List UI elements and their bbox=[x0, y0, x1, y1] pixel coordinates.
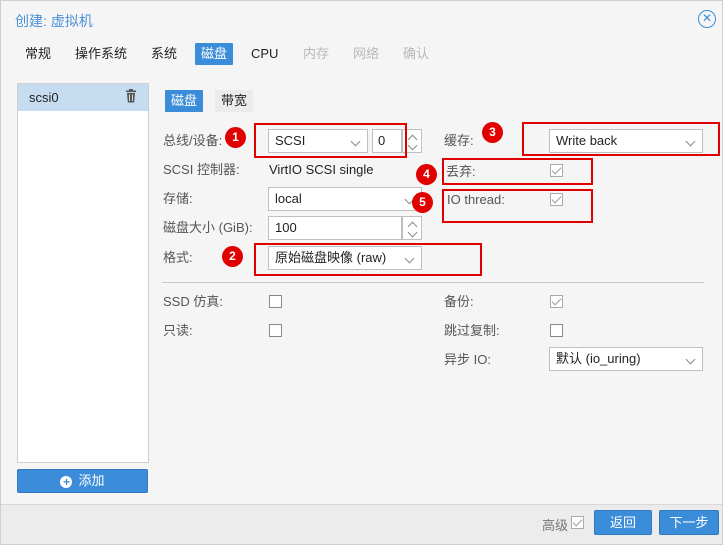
annotation-box-3 bbox=[522, 122, 720, 156]
scsi-controller-value: VirtIO SCSI single bbox=[269, 162, 374, 177]
skip-replication-checkbox[interactable] bbox=[550, 324, 563, 337]
back-button[interactable]: 返回 bbox=[594, 510, 652, 535]
annotation-box-4 bbox=[442, 158, 593, 185]
storage-select-value: local bbox=[275, 191, 302, 206]
tab-confirm[interactable]: 确认 bbox=[397, 43, 435, 65]
storage-select[interactable]: local bbox=[268, 187, 422, 211]
add-disk-button[interactable]: + 添加 bbox=[17, 469, 148, 493]
subtab-bandwidth[interactable]: 带宽 bbox=[215, 90, 254, 112]
readonly-checkbox[interactable] bbox=[269, 324, 282, 337]
backup-label: 备份: bbox=[444, 294, 474, 309]
advanced-checkbox[interactable] bbox=[571, 516, 584, 529]
annotation-badge-3: 3 bbox=[482, 122, 503, 143]
storage-label: 存储: bbox=[163, 191, 193, 206]
disk-list bbox=[17, 83, 149, 463]
ssd-emulation-checkbox[interactable] bbox=[269, 295, 282, 308]
disk-size-spinner[interactable] bbox=[402, 216, 422, 240]
scsi-controller-label: SCSI 控制器: bbox=[163, 162, 240, 177]
chevron-down-icon bbox=[685, 354, 696, 365]
skip-replication-label: 跳过复制: bbox=[444, 323, 500, 338]
annotation-box-2 bbox=[254, 243, 482, 276]
backup-checkbox[interactable] bbox=[550, 295, 563, 308]
bus-device-label: 总线/设备: bbox=[163, 133, 223, 148]
tab-cpu[interactable]: CPU bbox=[245, 43, 284, 65]
tab-disks[interactable]: 磁盘 bbox=[195, 43, 234, 65]
ssd-emulation-label: SSD 仿真: bbox=[163, 294, 223, 309]
tab-os[interactable]: 操作系统 bbox=[69, 43, 133, 65]
annotation-box-5 bbox=[442, 189, 593, 223]
async-io-select-value: 默认 (io_uring) bbox=[556, 351, 641, 366]
annotation-box-1 bbox=[254, 123, 407, 158]
readonly-label: 只读: bbox=[163, 323, 193, 338]
subtab-disk[interactable]: 磁盘 bbox=[165, 90, 204, 112]
trash-icon[interactable] bbox=[125, 89, 137, 103]
tab-network[interactable]: 网络 bbox=[347, 43, 385, 65]
spin-down-icon bbox=[407, 140, 418, 151]
tab-memory[interactable]: 内存 bbox=[297, 43, 335, 65]
dialog-title: 创建: 虚拟机 bbox=[15, 13, 93, 29]
section-divider bbox=[162, 282, 704, 283]
create-vm-dialog: 创建: 虚拟机 ✕ 常规 操作系统 系统 磁盘 CPU 内存 网络 确认 scs… bbox=[0, 0, 723, 545]
annotation-badge-1: 1 bbox=[225, 127, 246, 148]
tab-system[interactable]: 系统 bbox=[145, 43, 183, 65]
annotation-badge-2: 2 bbox=[222, 246, 243, 267]
async-io-select[interactable]: 默认 (io_uring) bbox=[549, 347, 703, 371]
tab-general[interactable]: 常规 bbox=[19, 43, 57, 65]
async-io-label: 异步 IO: bbox=[444, 352, 491, 367]
close-icon[interactable]: ✕ bbox=[698, 10, 716, 28]
annotation-badge-5: 5 bbox=[412, 192, 433, 213]
disk-list-item-label: scsi0 bbox=[29, 90, 59, 105]
next-button[interactable]: 下一步 bbox=[659, 510, 719, 535]
plus-circle-icon: + bbox=[60, 476, 73, 488]
advanced-label: 高级 bbox=[542, 518, 569, 533]
disk-size-input[interactable]: 100 bbox=[268, 216, 402, 240]
spin-down-icon bbox=[407, 227, 418, 238]
disk-size-label: 磁盘大小 (GiB): bbox=[163, 220, 253, 235]
add-disk-label: 添加 bbox=[78, 473, 105, 488]
cache-label: 缓存: bbox=[444, 133, 474, 148]
format-label: 格式: bbox=[163, 250, 193, 265]
annotation-badge-4: 4 bbox=[416, 164, 437, 185]
